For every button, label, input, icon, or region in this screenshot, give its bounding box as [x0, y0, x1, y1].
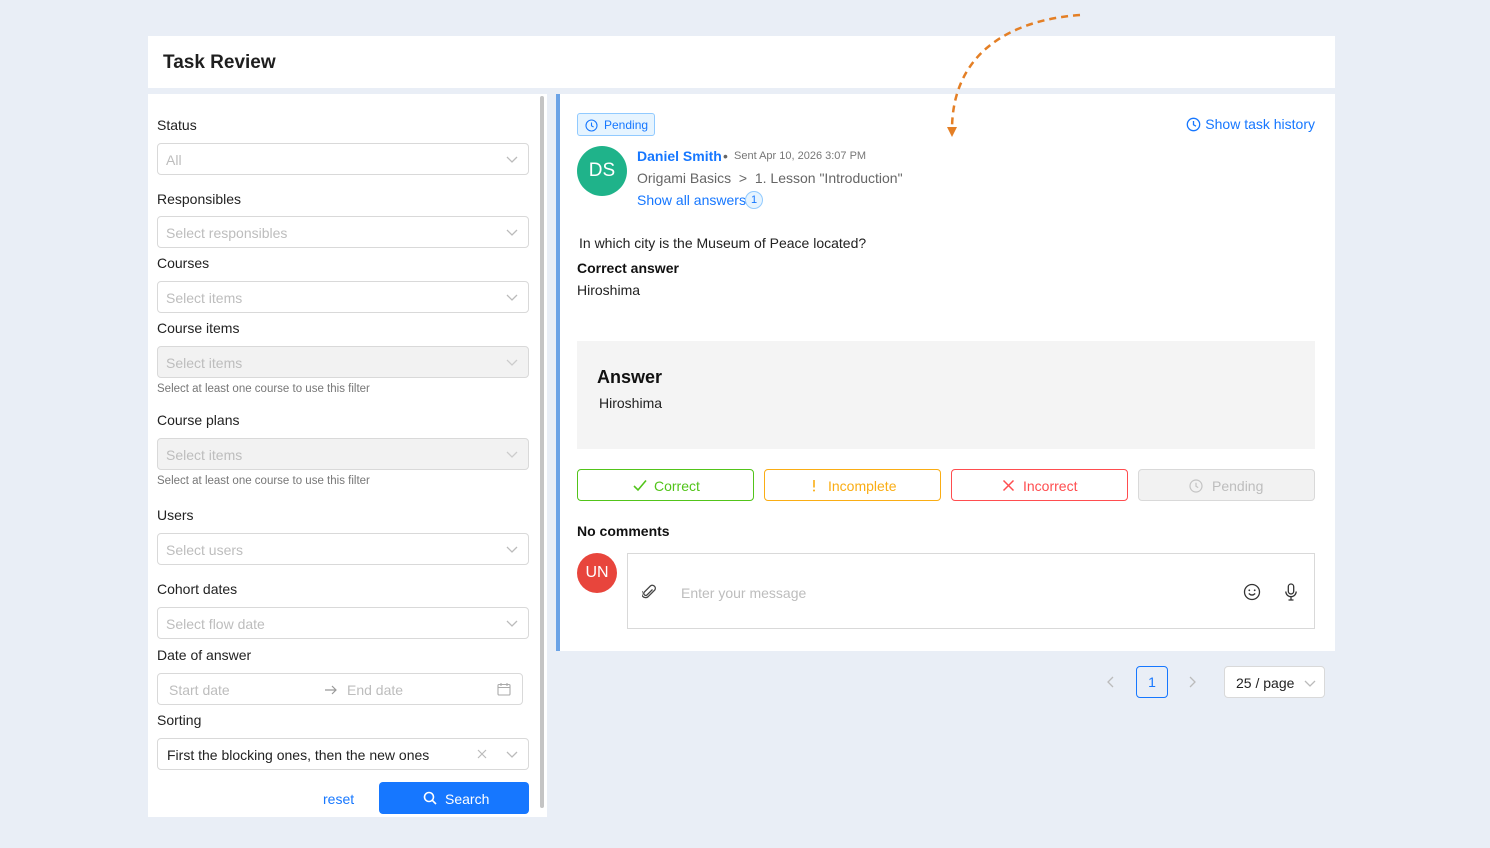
- cohort-dates-label: Cohort dates: [157, 581, 238, 597]
- close-icon: [1002, 479, 1015, 492]
- author-name[interactable]: Daniel Smith: [637, 148, 722, 164]
- status-value: All: [166, 152, 182, 168]
- chevron-down-icon: [506, 546, 518, 553]
- task-panel: Pending Show task history DS Daniel Smit…: [556, 94, 1335, 651]
- responsibles-label: Responsibles: [157, 191, 242, 207]
- author-avatar: DS: [577, 146, 627, 196]
- microphone-icon[interactable]: [1284, 583, 1298, 601]
- correct-answer-value: Hiroshima: [577, 282, 641, 298]
- chevron-down-icon: [506, 359, 518, 366]
- separator-dot: •: [723, 148, 728, 164]
- clear-icon[interactable]: [476, 748, 488, 760]
- courses-select[interactable]: Select items: [157, 281, 529, 313]
- date-range-picker[interactable]: Start date End date: [157, 673, 523, 705]
- responsibles-placeholder: Select responsibles: [166, 225, 288, 241]
- course-plans-hint: Select at least one course to use this f…: [157, 475, 370, 487]
- course-plans-label: Course plans: [157, 412, 240, 428]
- chevron-down-icon: [506, 156, 518, 163]
- message-input[interactable]: Enter your message: [681, 585, 806, 601]
- page-number-current[interactable]: 1: [1136, 666, 1168, 698]
- responsibles-select[interactable]: Select responsibles: [157, 216, 529, 248]
- correct-label: Correct: [654, 478, 700, 494]
- mark-incomplete-button[interactable]: Incomplete: [764, 469, 941, 501]
- status-select[interactable]: All: [157, 143, 529, 175]
- incorrect-label: Incorrect: [1023, 478, 1078, 494]
- question-text: In which city is the Museum of Peace loc…: [579, 235, 867, 251]
- comments-heading: No comments: [577, 523, 670, 539]
- start-date-input[interactable]: Start date: [169, 682, 230, 698]
- current-user-avatar: UN: [577, 553, 617, 593]
- reset-link[interactable]: reset: [323, 791, 354, 807]
- users-placeholder: Select users: [166, 542, 244, 558]
- courses-label: Courses: [157, 255, 210, 271]
- search-icon: [423, 791, 437, 805]
- chevron-down-icon: [506, 751, 518, 758]
- page-title: Task Review: [163, 52, 276, 73]
- search-button-label: Search: [445, 791, 490, 807]
- status-tag: Pending: [577, 113, 655, 136]
- course-items-placeholder: Select items: [166, 355, 243, 371]
- cohort-dates-placeholder: Select flow date: [166, 616, 265, 632]
- annotation-arrow: [947, 13, 1081, 137]
- answers-count-badge: 1: [745, 191, 763, 209]
- mark-correct-button[interactable]: Correct: [577, 469, 754, 501]
- course-items-select: Select items: [157, 346, 529, 378]
- course-plans-placeholder: Select items: [166, 447, 243, 463]
- course-breadcrumb: Origami Basics > 1. Lesson "Introduction…: [637, 170, 903, 186]
- paperclip-icon[interactable]: [642, 584, 656, 600]
- filter-sidebar: Status All Responsibles Select responsib…: [148, 94, 547, 817]
- arrow-right-icon: [325, 685, 337, 695]
- emoji-icon[interactable]: [1243, 583, 1261, 601]
- end-date-input[interactable]: End date: [347, 682, 403, 698]
- sorting-select[interactable]: First the blocking ones, then the new on…: [157, 738, 529, 770]
- page-header: Task Review: [148, 36, 1335, 88]
- incomplete-label: Incomplete: [828, 478, 897, 494]
- exclamation-icon: [813, 480, 815, 492]
- mark-incorrect-button[interactable]: Incorrect: [951, 469, 1128, 501]
- clock-icon: [1189, 479, 1203, 493]
- calendar-icon: [497, 683, 511, 696]
- cohort-dates-select[interactable]: Select flow date: [157, 607, 529, 639]
- chevron-down-icon: [506, 229, 518, 236]
- users-select[interactable]: Select users: [157, 533, 529, 565]
- clock-icon: [585, 119, 598, 132]
- show-task-history-label: Show task history: [1205, 116, 1315, 132]
- users-label: Users: [157, 507, 194, 523]
- check-icon: [633, 479, 647, 492]
- mark-pending-button: Pending: [1138, 469, 1315, 501]
- sorting-label: Sorting: [157, 712, 202, 728]
- course-items-label: Course items: [157, 320, 240, 336]
- show-all-answers-link[interactable]: Show all answers: [637, 192, 746, 208]
- answer-value: Hiroshima: [599, 395, 663, 411]
- history-icon: [1186, 117, 1201, 132]
- chevron-down-icon: [506, 451, 518, 458]
- pending-label: Pending: [1212, 478, 1264, 494]
- prev-page-icon[interactable]: [1104, 675, 1118, 689]
- show-task-history-link[interactable]: Show task history: [1186, 116, 1315, 132]
- student-answer-box: Answer Hiroshima: [577, 341, 1315, 449]
- sorting-value: First the blocking ones, then the new on…: [167, 747, 430, 763]
- chevron-down-icon: [506, 294, 518, 301]
- sidebar-scrollbar[interactable]: [540, 96, 544, 808]
- course-plans-select: Select items: [157, 438, 529, 470]
- search-button[interactable]: Search: [379, 782, 529, 814]
- correct-answer-label: Correct answer: [577, 260, 679, 276]
- answer-heading: Answer: [597, 367, 663, 387]
- chevron-down-icon: [1304, 680, 1316, 687]
- next-page-icon[interactable]: [1185, 675, 1199, 689]
- courses-placeholder: Select items: [166, 290, 243, 306]
- status-tag-label: Pending: [604, 118, 649, 132]
- chevron-down-icon: [506, 620, 518, 627]
- page-size-value: 25 / page: [1236, 675, 1295, 691]
- page-size-select[interactable]: 25 / page: [1224, 666, 1325, 698]
- status-label: Status: [157, 117, 197, 133]
- course-items-hint: Select at least one course to use this f…: [157, 383, 370, 395]
- comment-input-box[interactable]: Enter your message: [627, 553, 1315, 629]
- date-of-answer-label: Date of answer: [157, 647, 252, 663]
- sent-timestamp: Sent Apr 10, 2026 3:07 PM: [734, 150, 867, 162]
